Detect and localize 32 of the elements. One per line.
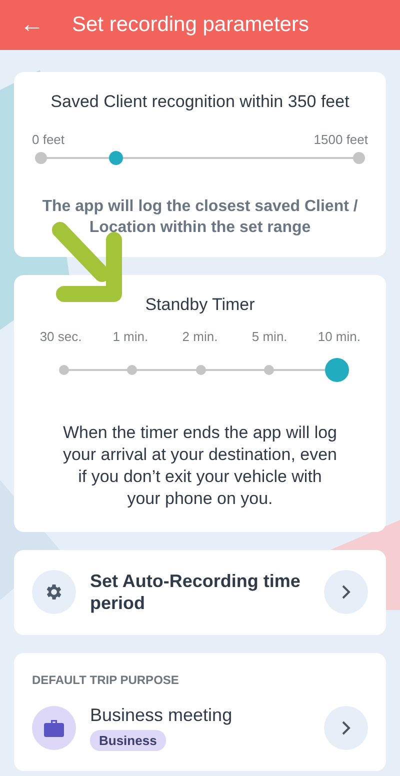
slider-stop [35,152,47,164]
slider-stop[interactable] [264,364,274,375]
stop-label: 5 min. [252,328,288,344]
max-label: 1500 feet [314,132,368,147]
timer-note: When the timer ends the app will log your arrival at your destination, even if you don’t exit your vehicle with your phone on you. [62,422,338,510]
slider-track[interactable] [34,151,366,165]
stop-label: 2 min. [182,328,218,344]
slider-thumb[interactable] [325,358,349,382]
slider-stop [353,152,365,164]
range-note: The app will log the closest saved Client / Location within the set range [41,197,359,238]
stop-label: 1 min. [112,328,148,344]
settings-icon [44,582,64,602]
stop-label: 30 sec. [40,328,82,344]
auto-recording-label: Set Auto-Recording time period [90,570,302,615]
slider-thumb[interactable] [109,151,124,165]
slider-stop[interactable] [59,364,69,375]
chevron-right-icon [341,585,351,600]
section-heading: DEFAULT TRIP PURPOSE [32,672,180,687]
auto-recording-card[interactable]: Set Auto-Recording time period [14,550,386,635]
min-label: 0 feet [32,132,65,147]
card-title: Standby Timer [144,294,256,315]
screen-title: Set recording parameters [72,13,309,37]
briefcase-icon [43,718,65,738]
purpose-tag: Business [90,730,166,751]
slider-stop[interactable] [196,364,206,375]
open-button[interactable] [324,706,368,750]
open-button[interactable] [324,570,368,614]
slider-stop[interactable] [127,364,138,375]
card-title: Saved Client recognition within 350 feet [50,92,350,112]
stop-label: 10 min. [318,328,360,344]
chevron-right-icon [341,720,351,735]
purpose-name: Business meeting [90,704,232,726]
